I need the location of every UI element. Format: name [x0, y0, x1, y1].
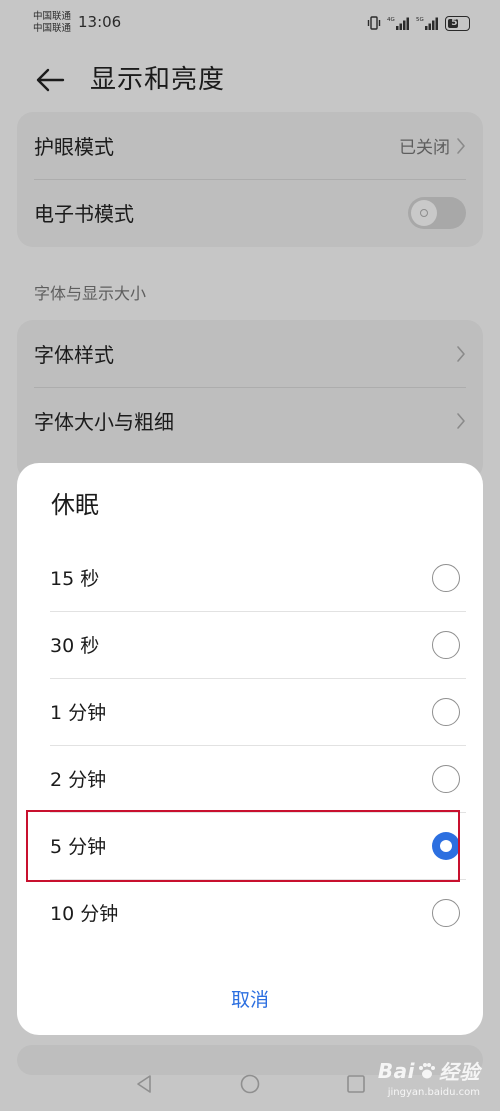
arrow-left-icon: [36, 68, 65, 92]
sleep-option-1min[interactable]: 1 分钟: [34, 678, 466, 745]
ebook-mode-toggle[interactable]: [408, 196, 466, 229]
nav-home-button[interactable]: [238, 1072, 262, 1096]
status-time: 13:06: [78, 13, 122, 31]
font-section-header: 字体与显示大小: [34, 284, 147, 303]
display-settings-card: 护眼模式 已关闭 电子书模式: [17, 112, 483, 247]
carrier-2: 中国联通: [33, 23, 72, 34]
dialog-title: 休眠: [51, 491, 99, 519]
radio-button[interactable]: [432, 898, 460, 927]
option-label: 1 分钟: [50, 702, 107, 724]
radio-button[interactable]: [432, 630, 460, 659]
page-title: 显示和亮度: [90, 65, 226, 95]
eye-comfort-row[interactable]: 护眼模式 已关闭: [17, 112, 483, 179]
toggle-knob: [411, 199, 437, 226]
eye-comfort-label: 护眼模式: [34, 135, 114, 159]
chevron-right-icon: [457, 412, 465, 429]
font-style-label: 字体样式: [34, 343, 114, 367]
header: 显示和亮度: [0, 52, 500, 108]
ebook-mode-label: 电子书模式: [34, 202, 134, 226]
carrier-info: 中国联通 中国联通: [33, 11, 71, 35]
sleep-option-30s[interactable]: 30 秒: [34, 611, 466, 678]
carrier-1: 中国联通: [33, 11, 72, 22]
watermark-url: jingyan.baidu.com: [387, 1087, 480, 1098]
triangle-back-icon: [137, 1075, 151, 1093]
sleep-option-10min[interactable]: 10 分钟: [34, 879, 466, 946]
sleep-option-5min[interactable]: 5 分钟: [34, 812, 466, 879]
status-bar: 中国联通 中国联通 13:06 4G 5G 58: [0, 0, 500, 48]
sleep-option-15s[interactable]: 15 秒: [34, 544, 466, 611]
font-settings-card: 字体样式 字体大小与粗细: [17, 320, 483, 480]
network-label-1: 4G: [387, 17, 395, 23]
option-label: 5 分钟: [50, 836, 107, 858]
font-style-row[interactable]: 字体样式: [17, 320, 483, 387]
signal-icon: 4G: [387, 17, 409, 30]
nav-recent-button[interactable]: [344, 1072, 368, 1096]
sleep-dialog: 休眠 15 秒 30 秒 1 分钟 2 分钟 5 分钟 10 分钟 取消: [17, 463, 483, 1035]
radio-button[interactable]: [432, 563, 460, 592]
font-size-row[interactable]: 字体大小与粗细: [17, 387, 483, 454]
watermark-logo: Bai 经验: [378, 1056, 480, 1085]
radio-button[interactable]: [432, 831, 460, 860]
cancel-button[interactable]: 取消: [17, 973, 483, 1023]
ebook-mode-row: 电子书模式: [17, 179, 483, 246]
watermark-text-jingyan: 经验: [439, 1060, 480, 1084]
network-label-2: 5G: [416, 17, 424, 23]
chevron-right-icon: [457, 137, 465, 154]
option-label: 30 秒: [50, 635, 100, 657]
status-icons: 4G 5G 58: [366, 14, 470, 32]
square-recent-icon: [347, 1075, 365, 1093]
eye-comfort-value: 已关闭: [399, 138, 450, 158]
signal-icon: 5G: [416, 17, 438, 30]
paw-icon: [419, 1062, 435, 1078]
font-size-label: 字体大小与粗细: [34, 410, 174, 434]
option-label: 10 分钟: [50, 903, 119, 925]
vibrate-icon: [367, 16, 381, 30]
nav-back-button[interactable]: [132, 1072, 156, 1096]
radio-button[interactable]: [432, 697, 460, 726]
sleep-option-list: 15 秒 30 秒 1 分钟 2 分钟 5 分钟 10 分钟: [34, 544, 466, 946]
chevron-right-icon: [457, 345, 465, 362]
circle-home-icon: [240, 1074, 260, 1094]
watermark-text-bai: Bai: [377, 1058, 415, 1083]
option-label: 15 秒: [50, 568, 100, 590]
battery-text: 58: [451, 18, 464, 28]
back-button[interactable]: [30, 62, 70, 98]
battery-icon: 58: [445, 15, 470, 31]
baidu-watermark: Bai 经验 jingyan.baidu.com: [378, 1056, 480, 1099]
sleep-option-2min[interactable]: 2 分钟: [34, 745, 466, 812]
radio-button[interactable]: [432, 764, 460, 793]
option-label: 2 分钟: [50, 769, 107, 791]
